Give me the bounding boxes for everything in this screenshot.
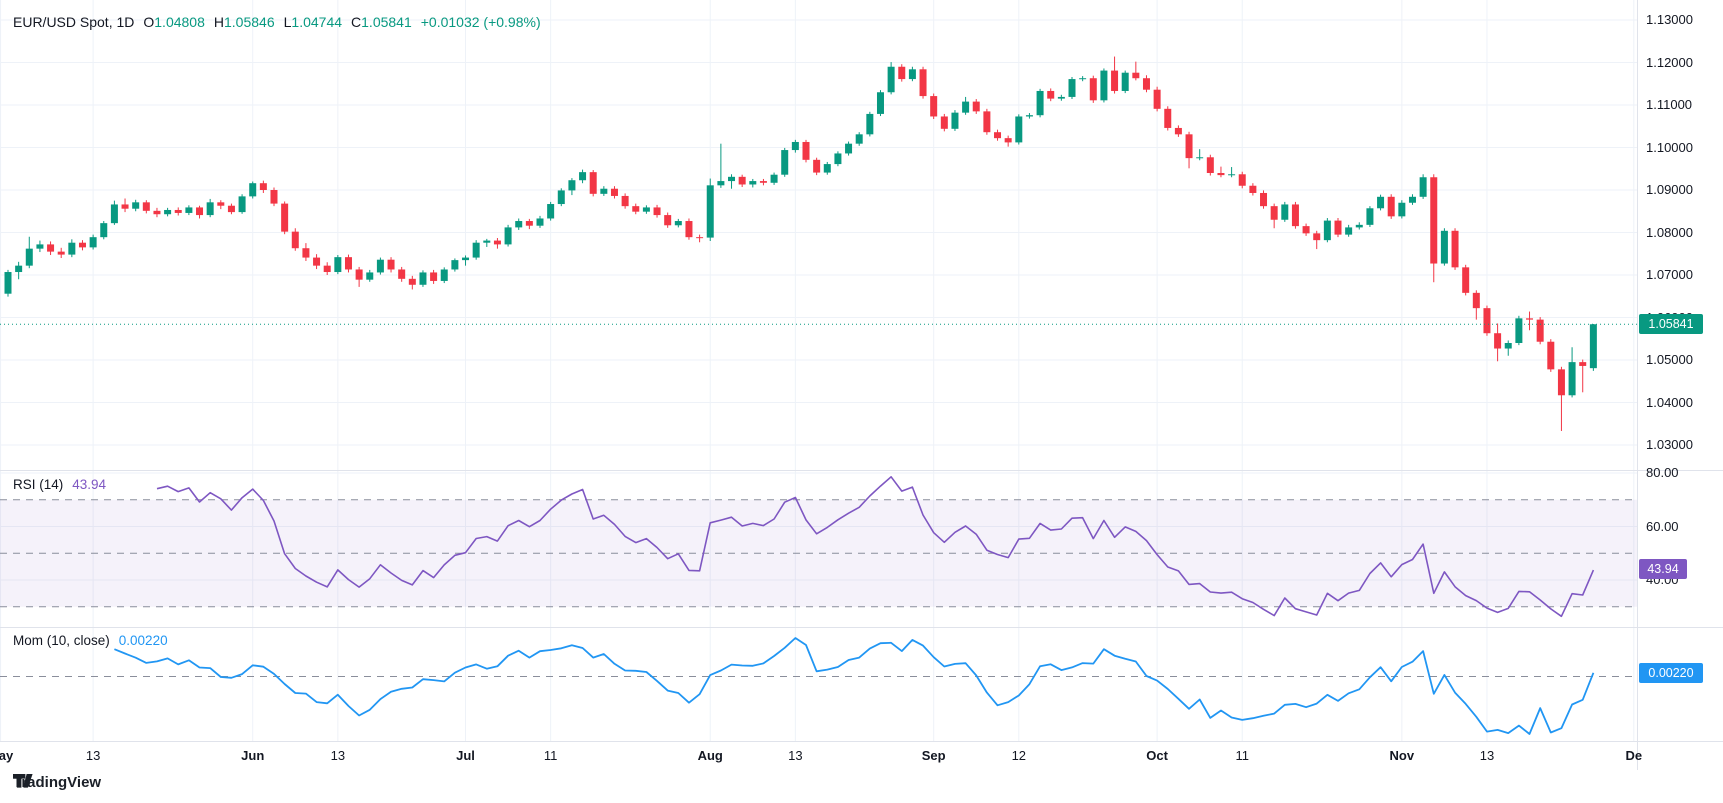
symbol-legend[interactable]: EUR/USD Spot, 1D O1.04808 H1.05846 L1.04… bbox=[13, 14, 541, 30]
price-axis-tick: 1.11000 bbox=[1646, 97, 1692, 113]
ohlc-low: L1.04744 bbox=[284, 14, 342, 30]
time-axis-tick: 13 bbox=[771, 748, 819, 763]
change-value: +0.01032 (+0.98%) bbox=[421, 14, 541, 30]
price-axis-tick: 1.08000 bbox=[1646, 225, 1693, 241]
time-axis-tick: 13 bbox=[314, 748, 362, 763]
price-axis-tick: 1.10000 bbox=[1646, 140, 1693, 156]
vertical-gridlines bbox=[1, 0, 1634, 741]
price-axis-tick: 1.03000 bbox=[1646, 437, 1693, 453]
ohlc-close: C1.05841 bbox=[351, 14, 412, 30]
price-axis-tick: 1.07000 bbox=[1646, 267, 1693, 283]
time-axis-tick: Oct bbox=[1133, 748, 1181, 763]
price-gridlines bbox=[0, 20, 1637, 445]
mom-legend[interactable]: Mom (10, close) 0.00220 bbox=[13, 633, 168, 648]
chart-canvas[interactable] bbox=[0, 0, 1723, 803]
rsi-label: RSI (14) bbox=[13, 477, 63, 492]
ohlc-high: H1.05846 bbox=[214, 14, 275, 30]
time-axis-tick: Jul bbox=[442, 748, 490, 763]
mom-value-badge: 0.00220 bbox=[1639, 663, 1703, 683]
last-price-badge: 1.05841 bbox=[1639, 314, 1703, 334]
mom-value: 0.00220 bbox=[119, 633, 168, 648]
time-axis-tick: 11 bbox=[1218, 748, 1266, 763]
time-axis-tick: Sep bbox=[910, 748, 958, 763]
mom-line bbox=[114, 638, 1593, 734]
time-axis-tick: Nov bbox=[1378, 748, 1426, 763]
mom-label: Mom (10, close) bbox=[13, 633, 110, 648]
time-axis-tick: 11 bbox=[527, 748, 575, 763]
time-axis-tick: Aug bbox=[686, 748, 734, 763]
price-axis-tick: 1.05000 bbox=[1646, 352, 1693, 368]
time-axis-tick: 13 bbox=[1463, 748, 1511, 763]
rsi-legend[interactable]: RSI (14) 43.94 bbox=[13, 477, 106, 492]
rsi-value: 43.94 bbox=[72, 477, 106, 492]
time-axis-tick: 13 bbox=[69, 748, 117, 763]
chart-window: EUR/USD Spot, 1D O1.04808 H1.05846 L1.04… bbox=[0, 0, 1723, 803]
time-axis-tick: Jun bbox=[229, 748, 277, 763]
ohlc-open: O1.04808 bbox=[143, 14, 205, 30]
time-axis-tick: 12 bbox=[995, 748, 1043, 763]
rsi-value-badge: 43.94 bbox=[1639, 559, 1687, 579]
candlestick-series bbox=[5, 57, 1597, 431]
price-axis-tick: 1.12000 bbox=[1646, 55, 1693, 71]
tradingview-watermark[interactable]: TradingView bbox=[13, 774, 101, 791]
price-axis-tick: 1.09000 bbox=[1646, 182, 1693, 198]
tradingview-logo-icon bbox=[13, 774, 34, 789]
time-axis-tick: May bbox=[0, 748, 25, 763]
price-axis-tick: 1.04000 bbox=[1646, 395, 1693, 411]
time-axis-tick: De bbox=[1610, 748, 1658, 763]
rsi-axis-tick: 80.00 bbox=[1646, 465, 1679, 481]
symbol-title: EUR/USD Spot, 1D bbox=[13, 14, 134, 30]
price-axis-tick: 1.13000 bbox=[1646, 12, 1693, 28]
rsi-axis-tick: 60.00 bbox=[1646, 519, 1679, 535]
